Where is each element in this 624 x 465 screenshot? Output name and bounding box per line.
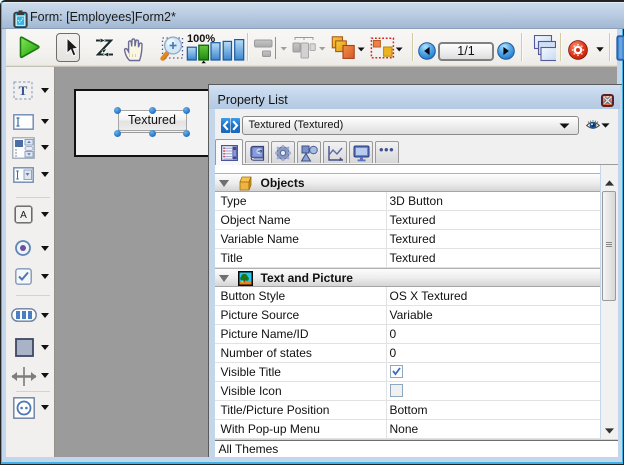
svg-text:A: A	[20, 210, 27, 221]
svg-text:T: T	[19, 83, 28, 98]
